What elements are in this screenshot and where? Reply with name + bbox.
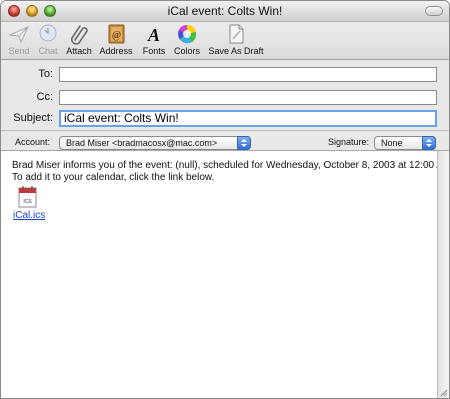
draft-document-icon (229, 24, 244, 44)
signature-label: Signature: (328, 137, 370, 147)
chat-button[interactable]: Chat (36, 23, 60, 56)
compose-window: iCal event: Colts Win! Send Chat Attach (0, 0, 450, 399)
attach-button[interactable]: Attach (65, 23, 93, 56)
attach-label: Attach (66, 46, 92, 56)
fonts-icon: A (147, 25, 160, 45)
paperclip-icon (70, 25, 88, 45)
toolbar: Send Chat Attach @ Address A Fonts Color… (1, 22, 449, 60)
cc-label: Cc: (36, 91, 54, 103)
account-popup[interactable]: Brad Miser <bradmacosx@mac.com> (59, 136, 251, 150)
message-line-1: Brad Miser informs you of the event: (nu… (12, 160, 450, 171)
ics-file-icon[interactable]: ICS (18, 185, 38, 209)
to-field[interactable] (59, 67, 437, 82)
color-wheel-icon (178, 24, 197, 44)
save-as-draft-button[interactable]: Save As Draft (206, 23, 266, 56)
popup-arrows-icon (237, 136, 251, 150)
cc-field[interactable] (59, 90, 437, 105)
chat-bubble-icon (39, 24, 57, 42)
svg-text:@: @ (112, 30, 121, 41)
to-label: To: (38, 68, 53, 80)
attachment-link[interactable]: iCal.ics (13, 210, 45, 221)
message-line-2: To add it to your calendar, click the li… (12, 172, 215, 183)
subject-field[interactable]: iCal event: Colts Win! (59, 110, 437, 127)
paper-plane-icon (8, 26, 30, 44)
fonts-label: Fonts (142, 46, 166, 56)
window-title: iCal event: Colts Win! (167, 4, 283, 18)
account-label: Account: (15, 137, 51, 147)
title-bar[interactable]: iCal event: Colts Win! (1, 1, 449, 22)
header-divider (1, 130, 449, 131)
message-body[interactable]: Brad Miser informs you of the event: (nu… (1, 151, 449, 398)
chat-label: Chat (38, 46, 58, 56)
signature-value: None (381, 138, 403, 148)
send-button[interactable]: Send (7, 23, 31, 56)
svg-text:A: A (147, 25, 160, 45)
colors-label: Colors (173, 46, 200, 56)
popup-arrows-icon (422, 136, 436, 150)
address-button[interactable]: @ Address (99, 23, 133, 56)
address-label: Address (99, 46, 133, 56)
signature-popup[interactable]: None (374, 136, 436, 150)
toolbar-toggle-button[interactable] (425, 6, 443, 16)
account-value: Brad Miser <bradmacosx@mac.com> (66, 138, 218, 148)
send-label: Send (8, 46, 30, 56)
colors-button[interactable]: Colors (173, 23, 201, 56)
resize-grip-icon[interactable] (439, 388, 448, 397)
address-book-icon: @ (108, 24, 125, 44)
subject-label: Subject: (13, 112, 53, 124)
save-as-draft-label: Save As Draft (208, 46, 264, 56)
ics-icon-label: ICS (23, 199, 32, 205)
fonts-button[interactable]: A Fonts (141, 23, 167, 56)
vertical-scrollbar[interactable] (437, 151, 449, 398)
message-headers: To: Cc: Subject: iCal event: Colts Win! … (1, 60, 449, 151)
message-text: Brad Miser informs you of the event: (nu… (12, 160, 450, 184)
